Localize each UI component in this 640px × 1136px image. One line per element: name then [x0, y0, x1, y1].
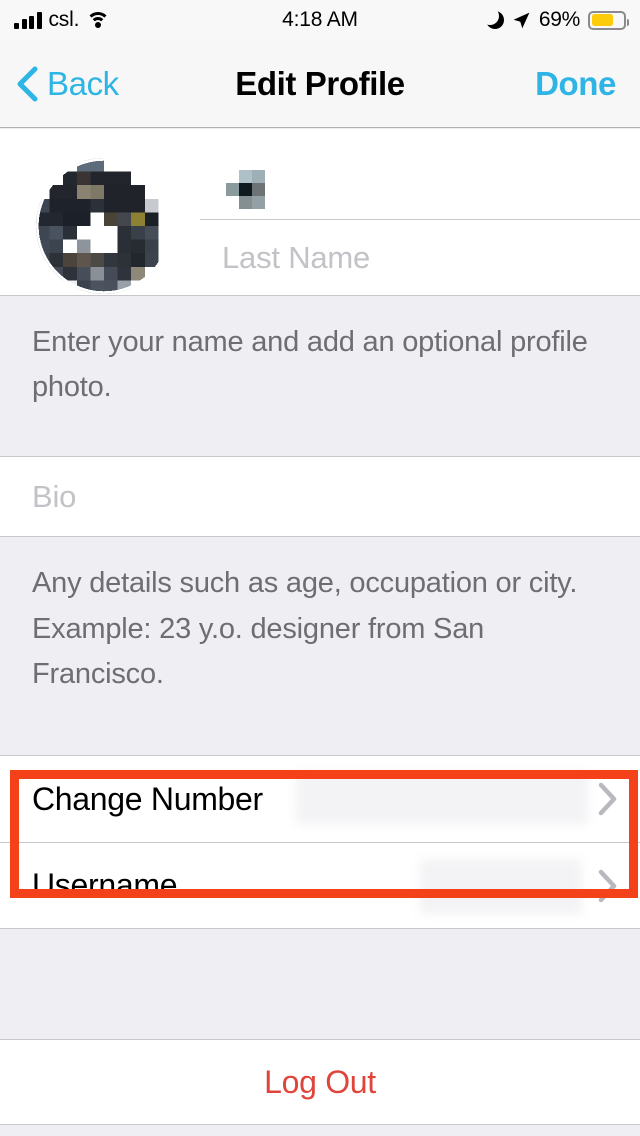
row-label: Username [32, 867, 178, 904]
battery-fill [591, 14, 613, 26]
navigation-bar: Back Edit Profile Done [0, 40, 640, 128]
name-footer-note: Enter your name and add an optional prof… [32, 326, 588, 404]
done-button[interactable]: Done [535, 65, 616, 103]
location-arrow-icon [512, 11, 531, 30]
row-username[interactable]: Username [0, 842, 640, 929]
profile-name-section: Last Name [0, 129, 640, 296]
section-gap-2 [0, 719, 640, 755]
name-fields: Last Name [200, 129, 640, 296]
bio-placeholder: Bio [32, 478, 77, 514]
last-name-field[interactable]: Last Name [200, 220, 640, 295]
wifi-icon [86, 11, 111, 29]
status-bar: csl. 4:18 AM 69% [0, 0, 640, 40]
chevron-right-icon [598, 782, 618, 816]
do-not-disturb-moon-icon [480, 7, 504, 29]
status-bar-left: csl. [14, 8, 111, 32]
status-bar-right: 69% [480, 0, 629, 40]
change-number-redacted-value [296, 772, 588, 825]
username-redacted-value [420, 859, 582, 915]
row-label: Change Number [32, 780, 263, 817]
battery-percent-label: 69% [538, 8, 580, 31]
clock-label: 4:18 AM [282, 8, 358, 31]
account-rows-group: Change Number Username [0, 755, 640, 930]
signal-bars-icon [14, 12, 42, 29]
battery-icon [588, 10, 629, 30]
first-name-field[interactable] [200, 129, 640, 220]
avatar[interactable] [36, 158, 172, 294]
row-change-number[interactable]: Change Number [0, 756, 640, 843]
section-gap-3 [0, 929, 640, 1039]
carrier-label: csl. [48, 8, 80, 31]
content-scroll-area: Last Name Enter your name and add an opt… [0, 129, 640, 1136]
last-name-placeholder: Last Name [222, 239, 371, 275]
log-out-button[interactable]: Log Out [0, 1039, 640, 1126]
log-out-label: Log Out [264, 1063, 376, 1100]
bio-field[interactable]: Bio [0, 456, 640, 538]
bio-footer-note: Any details such as age, occupation or c… [32, 567, 578, 690]
first-name-redacted-value [226, 170, 265, 209]
chevron-right-icon [598, 869, 618, 903]
edit-profile-screen: csl. 4:18 AM 69% Back Edit Profile Done … [0, 0, 640, 1136]
